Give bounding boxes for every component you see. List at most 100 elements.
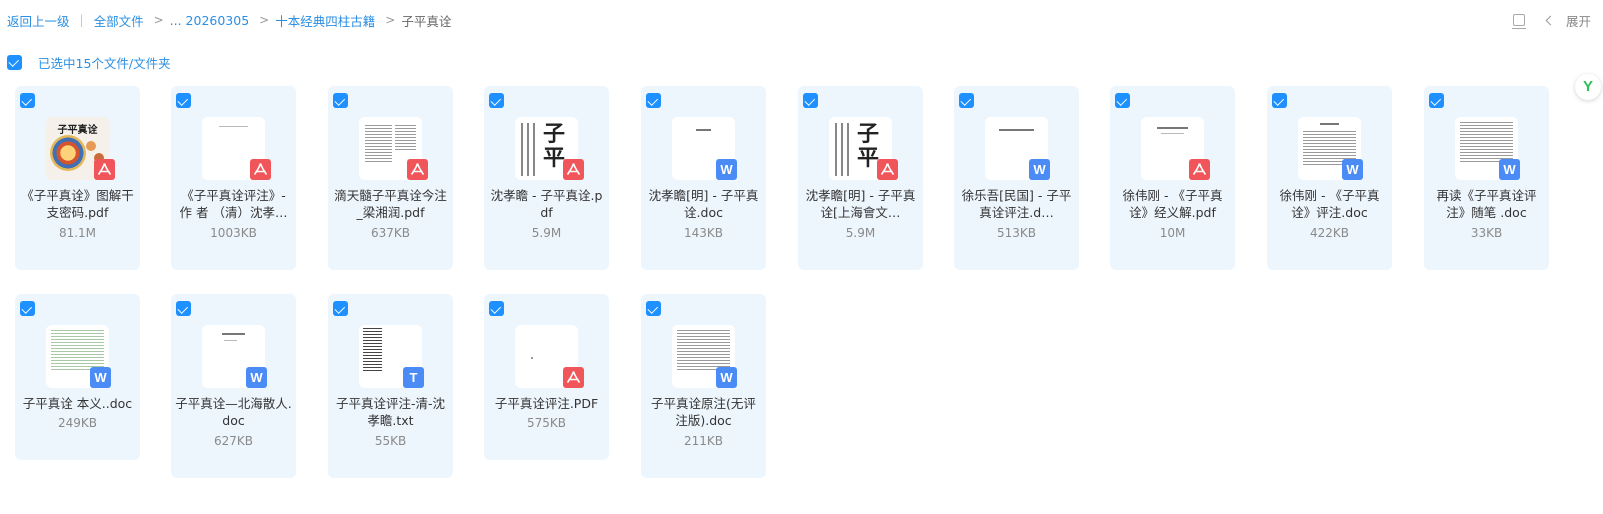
file-size: 627KB: [213, 434, 253, 448]
file-size: 422KB: [1309, 226, 1349, 240]
breadcrumb-folder[interactable]: 十本经典四柱古籍: [275, 11, 375, 30]
file-checkbox[interactable]: [489, 93, 504, 108]
file-size: 55KB: [374, 434, 407, 448]
file-checkbox[interactable]: [1272, 93, 1287, 108]
file-card[interactable]: 子平真诠 《子平真诠》图解干支密码.pdf 81.1M: [15, 86, 140, 270]
file-checkbox[interactable]: [1429, 93, 1444, 108]
file-card[interactable]: 《子平真诠评注》- 作 者 （清）沈孝… 1003KB: [171, 86, 296, 270]
word-doc-icon: W: [716, 159, 737, 180]
cover-title: 子平真诠: [57, 125, 98, 136]
file-name[interactable]: 子平真诠—北海散人.doc: [175, 395, 292, 429]
thumb-char: 平: [543, 145, 566, 171]
file-card[interactable]: W 子平真诠原注(无评注版).doc 211KB: [641, 294, 766, 478]
word-doc-icon: W: [1342, 159, 1363, 180]
pdf-icon: [877, 159, 898, 180]
file-size: 211KB: [683, 434, 723, 448]
file-card[interactable]: W 徐乐吾[民国] - 子平真诠评注.d… 513KB: [954, 86, 1079, 270]
file-checkbox[interactable]: [646, 93, 661, 108]
cover-art: [50, 135, 86, 171]
file-size: 81.1M: [58, 226, 97, 240]
selection-count-label: 已选中15个文件/文件夹: [38, 55, 171, 71]
word-doc-icon: W: [246, 367, 267, 388]
file-name[interactable]: 子平真诠评注.PDF: [488, 395, 605, 412]
file-size: 513KB: [996, 226, 1036, 240]
file-checkbox[interactable]: [333, 301, 348, 316]
toolbar-right: 展开: [1511, 10, 1591, 30]
pdf-icon: [250, 159, 271, 180]
file-name[interactable]: 徐伟刚 - 《子平真诠》经义解.pdf: [1114, 187, 1231, 221]
thumb-char: 子: [857, 121, 880, 147]
breadcrumb-current: 子平真诠: [401, 13, 452, 29]
cover-art: [86, 141, 96, 151]
list-view-icon[interactable]: [1511, 14, 1526, 29]
file-checkbox[interactable]: [1115, 93, 1130, 108]
file-name[interactable]: 沈孝瞻[明] - 子平真诠.doc: [645, 187, 762, 221]
file-name[interactable]: 《子平真诠评注》- 作 者 （清）沈孝…: [175, 187, 292, 221]
text-file-icon: T: [403, 367, 424, 388]
file-checkbox[interactable]: [176, 301, 191, 316]
breadcrumb-separator: >: [153, 13, 164, 27]
pdf-icon: [1189, 159, 1210, 180]
file-size: 249KB: [57, 416, 97, 430]
file-size: 575KB: [526, 416, 566, 430]
file-size: 33KB: [1470, 226, 1503, 240]
breadcrumb-all-files[interactable]: 全部文件: [94, 11, 144, 30]
file-card[interactable]: W 子平真诠—北海散人.doc 627KB: [171, 294, 296, 478]
file-name[interactable]: 徐乐吾[民国] - 子平真诠评注.d…: [958, 187, 1075, 221]
floating-assistant-icon[interactable]: Y: [1575, 74, 1601, 100]
file-card[interactable]: 徐伟刚 - 《子平真诠》经义解.pdf 10M: [1110, 86, 1235, 270]
thumb-char: 子: [543, 121, 566, 147]
file-card[interactable]: 子 平 沈孝瞻[明] - 子平真诠[上海會文… 5.9M: [798, 86, 923, 270]
select-all-checkbox[interactable]: [7, 54, 22, 70]
file-checkbox[interactable]: [959, 93, 974, 108]
file-size: 637KB: [370, 226, 410, 240]
file-name[interactable]: 徐伟刚 - 《子平真诠》评注.doc: [1271, 187, 1388, 221]
file-name[interactable]: 子平真诠 本义..doc: [19, 395, 136, 412]
file-card[interactable]: 子 平 沈孝瞻 - 子平真诠.pdf 5.9M: [484, 86, 609, 270]
word-doc-icon: W: [716, 367, 737, 388]
file-name[interactable]: 《子平真诠》图解干支密码.pdf: [19, 187, 136, 221]
file-checkbox[interactable]: [20, 93, 35, 108]
file-name[interactable]: 沈孝瞻[明] - 子平真诠[上海會文…: [802, 187, 919, 221]
pdf-icon: [563, 159, 584, 180]
thumb-char: 平: [857, 145, 880, 171]
file-checkbox[interactable]: [489, 301, 504, 316]
file-checkbox[interactable]: [176, 93, 191, 108]
pdf-icon: [94, 159, 115, 180]
word-doc-icon: W: [1029, 159, 1050, 180]
file-name[interactable]: 子平真诠评注-清-沈孝瞻.txt: [332, 395, 449, 429]
breadcrumb-separator: >: [259, 13, 270, 27]
file-checkbox[interactable]: [646, 301, 661, 316]
breadcrumb-divider: |: [79, 13, 84, 27]
file-card[interactable]: T 子平真诠评注-清-沈孝瞻.txt 55KB: [328, 294, 453, 478]
file-name[interactable]: 再读《子平真诠评注》随笔 .doc: [1428, 187, 1545, 221]
file-card[interactable]: W 子平真诠 本义..doc 249KB: [15, 294, 140, 460]
top-bar: 返回上一级 | 全部文件 > ... 20260305 > 十本经典四柱古籍 >…: [0, 0, 1603, 40]
file-size: 5.9M: [845, 226, 876, 240]
word-doc-icon: W: [90, 367, 111, 388]
file-card[interactable]: 子平真诠评注.PDF 575KB: [484, 294, 609, 460]
pdf-icon: [407, 159, 428, 180]
file-card[interactable]: W 沈孝瞻[明] - 子平真诠.doc 143KB: [641, 86, 766, 270]
file-name[interactable]: 子平真诠原注(无评注版).doc: [645, 395, 762, 429]
back-link[interactable]: 返回上一级: [7, 11, 70, 30]
breadcrumb: 返回上一级 | 全部文件 > ... 20260305 > 十本经典四柱古籍 >…: [7, 11, 451, 29]
file-card[interactable]: W 再读《子平真诠评注》随笔 .doc 33KB: [1424, 86, 1549, 270]
file-name[interactable]: 沈孝瞻 - 子平真诠.pdf: [488, 187, 605, 221]
selection-bar: 已选中15个文件/文件夹: [7, 53, 171, 71]
file-size: 10M: [1159, 226, 1186, 240]
file-size: 5.9M: [531, 226, 562, 240]
breadcrumb-date-folder[interactable]: ... 20260305: [170, 13, 250, 28]
file-card[interactable]: W 徐伟刚 - 《子平真诠》评注.doc 422KB: [1267, 86, 1392, 270]
file-checkbox[interactable]: [803, 93, 818, 108]
breadcrumb-separator: >: [385, 13, 396, 27]
file-checkbox[interactable]: [20, 301, 35, 316]
chevron-left-icon[interactable]: [1545, 15, 1556, 25]
file-browser: 返回上一级 | 全部文件 > ... 20260305 > 十本经典四柱古籍 >…: [0, 0, 1603, 514]
expand-button[interactable]: 展开: [1566, 11, 1591, 30]
file-card[interactable]: 滴天髓子平真诠今注_梁湘润.pdf 637KB: [328, 86, 453, 270]
pdf-icon: [563, 367, 584, 388]
file-name[interactable]: 滴天髓子平真诠今注_梁湘润.pdf: [332, 187, 449, 221]
file-checkbox[interactable]: [333, 93, 348, 108]
file-size: 1003KB: [210, 226, 257, 240]
